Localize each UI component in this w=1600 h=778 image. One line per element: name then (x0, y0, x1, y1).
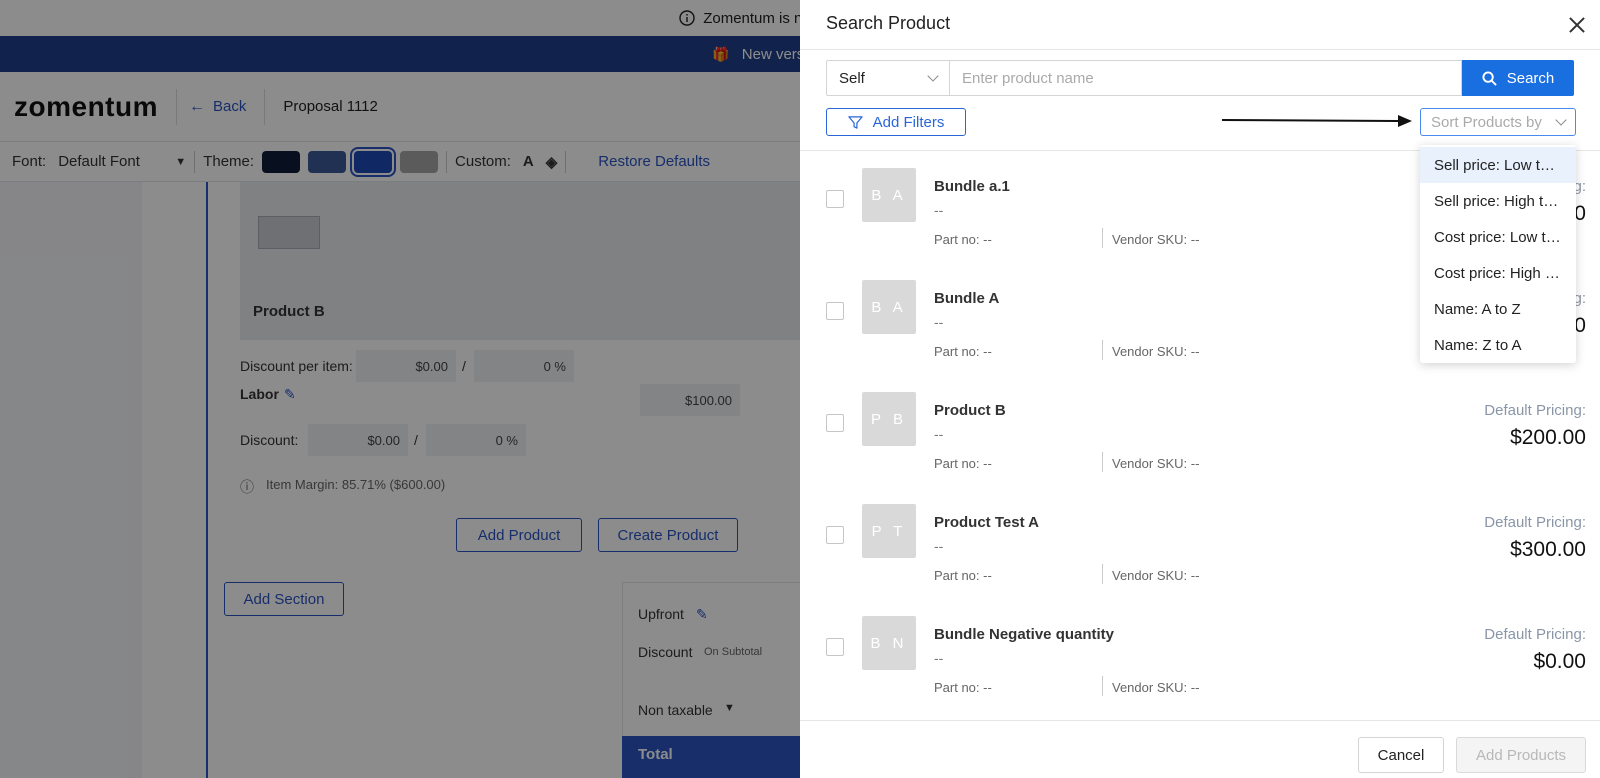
product-checkbox[interactable] (826, 526, 844, 544)
vendor-sku: Vendor SKU: -- (1112, 456, 1200, 471)
divider (1102, 676, 1103, 696)
sort-option-label: Name: A to Z (1434, 300, 1521, 318)
product-row[interactable]: B N Bundle Negative quantity -- Part no: --… (800, 600, 1600, 714)
sort-option-label: Cost price: High to Low (1434, 264, 1562, 282)
product-avatar: P T (862, 504, 916, 558)
source-select[interactable]: Self (826, 60, 950, 96)
vendor-sku: Vendor SKU: -- (1112, 568, 1200, 583)
sort-option[interactable]: Cost price: Low to High (1420, 219, 1576, 255)
product-search-input[interactable] (950, 60, 1462, 96)
product-avatar: B N (862, 616, 916, 670)
product-subtitle: -- (934, 650, 944, 666)
divider (1102, 228, 1103, 248)
product-checkbox[interactable] (826, 638, 844, 656)
add-products-button[interactable]: Add Products (1456, 737, 1586, 773)
modal-overlay[interactable] (0, 0, 800, 778)
chevron-down-icon (927, 70, 939, 82)
vendor-sku: Vendor SKU: -- (1112, 232, 1200, 247)
product-name: Bundle A (934, 290, 1000, 307)
product-subtitle: -- (934, 426, 944, 442)
product-subtitle: -- (934, 314, 944, 330)
sort-option[interactable]: Name: Z to A (1420, 327, 1576, 363)
sort-option-label: Sell price: High to Low (1434, 192, 1562, 210)
product-checkbox[interactable] (826, 302, 844, 320)
search-row: Self Search (826, 60, 1576, 96)
sort-placeholder: Sort Products by (1431, 113, 1542, 131)
product-checkbox[interactable] (826, 190, 844, 208)
part-number: Part no: -- (934, 344, 992, 359)
price-value: $200.00 (1510, 426, 1586, 449)
cancel-button[interactable]: Cancel (1358, 737, 1444, 773)
sort-option-label: Cost price: Low to High (1434, 228, 1562, 246)
divider (1102, 340, 1103, 360)
price-label: Default Pricing: (1484, 514, 1586, 531)
sort-products-select[interactable]: Sort Products by (1420, 108, 1576, 136)
filter-icon (847, 115, 863, 130)
price-value: $0.00 (1533, 650, 1586, 673)
product-avatar: B A (862, 168, 916, 222)
product-row[interactable]: P T Product Test A -- Part no: -- Vendor SKU… (800, 488, 1600, 602)
part-number: Part no: -- (934, 680, 992, 695)
product-checkbox[interactable] (826, 414, 844, 432)
sort-option[interactable]: Name: A to Z (1420, 291, 1576, 327)
source-select-value: Self (839, 69, 865, 87)
search-button[interactable]: Search (1462, 60, 1574, 96)
part-number: Part no: -- (934, 456, 992, 471)
price-label: Default Pricing: (1484, 626, 1586, 643)
product-name: Product Test A (934, 514, 1040, 531)
product-name: Product B (934, 402, 1006, 419)
sort-option[interactable]: Sell price: Low to High (1420, 147, 1576, 183)
product-name: Bundle a.1 (934, 178, 1010, 195)
price-value: $300.00 (1510, 538, 1586, 561)
drawer-title: Search Product (826, 13, 951, 33)
drawer-footer: Cancel Add Products (800, 720, 1600, 778)
sort-option[interactable]: Cost price: High to Low (1420, 255, 1576, 291)
add-filters-button[interactable]: Add Filters (826, 108, 966, 136)
chevron-down-icon (1555, 114, 1567, 126)
product-avatar: B A (862, 280, 916, 334)
product-name: Bundle Negative quantity (934, 626, 1115, 643)
sort-option[interactable]: Sell price: High to Low (1420, 183, 1576, 219)
divider (1102, 564, 1103, 584)
vendor-sku: Vendor SKU: -- (1112, 680, 1200, 695)
product-subtitle: -- (934, 202, 944, 218)
product-avatar: P B (862, 392, 916, 446)
search-button-label: Search (1506, 69, 1555, 87)
product-row[interactable]: P B Product B -- Part no: -- Vendor SKU: -- D… (800, 376, 1600, 490)
sort-dropdown-menu: Sell price: Low to High Sell price: High … (1420, 145, 1576, 363)
product-subtitle: -- (934, 538, 944, 554)
divider (1102, 452, 1103, 472)
part-number: Part no: -- (934, 568, 992, 583)
add-filters-label: Add Filters (872, 113, 945, 131)
vendor-sku: Vendor SKU: -- (1112, 344, 1200, 359)
part-number: Part no: -- (934, 232, 992, 247)
price-label: Default Pricing: (1484, 402, 1586, 419)
sort-option-label: Name: Z to A (1434, 336, 1522, 354)
annotation-arrow-icon (1222, 115, 1412, 127)
sort-option-label: Sell price: Low to High (1434, 156, 1562, 174)
search-icon (1482, 70, 1497, 86)
close-icon[interactable] (1566, 14, 1588, 36)
drawer-header: Search Product (800, 0, 1600, 50)
